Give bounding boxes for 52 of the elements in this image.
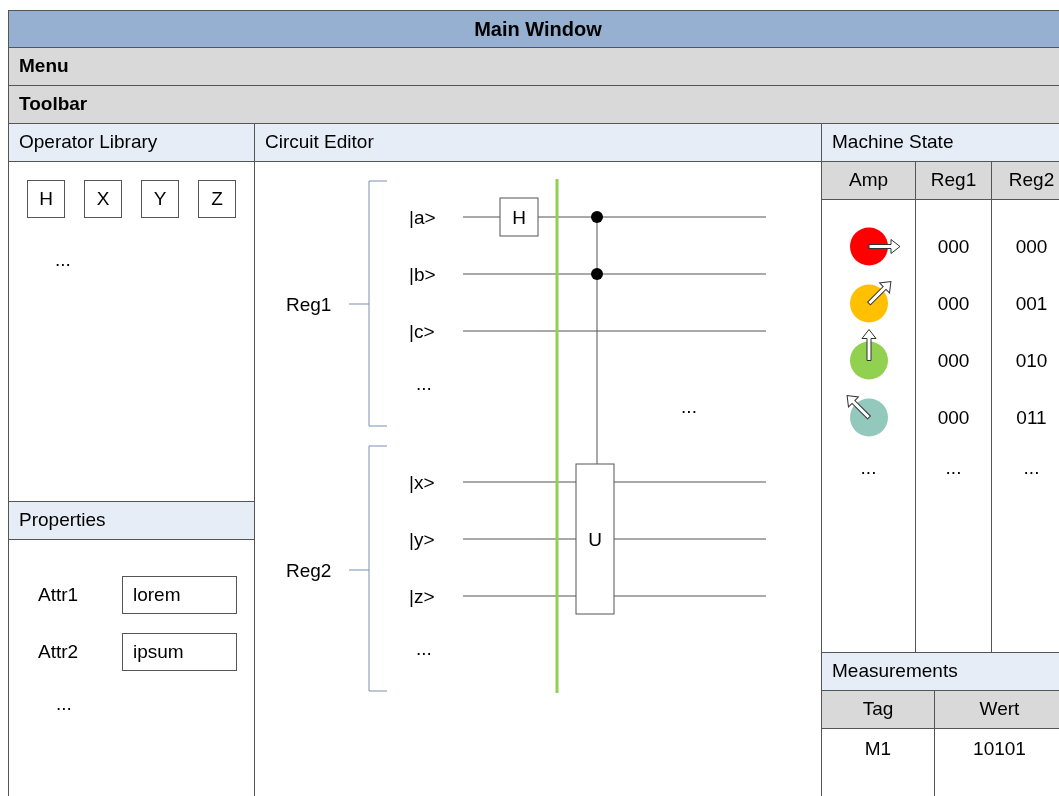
toolbar-label: Toolbar bbox=[19, 92, 88, 117]
column-header: Reg1 bbox=[916, 162, 992, 199]
more-text: ... bbox=[416, 637, 432, 659]
state-cell-text: 000 bbox=[937, 406, 970, 430]
qubit-label: |b> bbox=[409, 263, 436, 285]
register-label: Reg2 bbox=[286, 559, 332, 581]
more-text: ... bbox=[416, 372, 432, 394]
column-header: Tag bbox=[822, 691, 935, 728]
more-text: ... bbox=[56, 694, 72, 713]
operator-button[interactable]: Z bbox=[198, 180, 236, 218]
more-text: ... bbox=[945, 458, 962, 477]
more-text: ... bbox=[55, 249, 71, 270]
gate-label: U bbox=[588, 528, 602, 550]
more-text: ... bbox=[1023, 458, 1040, 477]
panel-header: Operator Library bbox=[9, 124, 254, 162]
qubit-label: |y> bbox=[409, 528, 435, 550]
state-cell-text: 000 bbox=[937, 292, 970, 316]
column-header: Reg2 bbox=[992, 162, 1059, 199]
attribute-field[interactable]: lorem bbox=[122, 576, 237, 614]
state-cell-text: 011 bbox=[1016, 406, 1047, 430]
more-text: ... bbox=[681, 395, 697, 417]
operator-button[interactable]: H bbox=[27, 180, 65, 218]
qubit-label: |a> bbox=[409, 206, 436, 228]
table-cell-text: M1 bbox=[864, 737, 892, 761]
panel-header: Circuit Editor bbox=[255, 124, 821, 162]
menu-bar-label: Menu bbox=[19, 54, 69, 79]
panel-header: Machine State bbox=[822, 124, 1059, 162]
control-dot bbox=[591, 211, 603, 223]
attribute-field[interactable]: ipsum bbox=[122, 633, 237, 671]
operator-button[interactable]: Y bbox=[141, 180, 179, 218]
control-dot bbox=[591, 268, 603, 280]
qubit-label: |c> bbox=[409, 320, 435, 342]
state-cell-text: 000 bbox=[937, 349, 970, 373]
column-header: Wert bbox=[935, 691, 1059, 728]
gate-label: H bbox=[512, 206, 526, 228]
attribute-label: Attr1 bbox=[38, 582, 80, 607]
qubit-label: |x> bbox=[409, 471, 435, 493]
gate-box bbox=[499, 197, 539, 237]
attribute-label: Attr2 bbox=[38, 639, 80, 664]
state-cell-text: 001 bbox=[1015, 292, 1048, 316]
window-title: Main Window bbox=[9, 11, 1059, 48]
column-header: Amp bbox=[822, 162, 916, 199]
panel-header: Measurements bbox=[822, 653, 1059, 691]
register-label: Reg1 bbox=[286, 293, 332, 315]
operator-button[interactable]: X bbox=[84, 180, 122, 218]
panel-header: Properties bbox=[9, 502, 254, 540]
state-cell-text: 000 bbox=[937, 235, 970, 259]
qubit-label: |z> bbox=[409, 585, 435, 607]
table-cell-text: 10101 bbox=[973, 737, 1026, 761]
more-text: ... bbox=[860, 458, 877, 477]
state-cell-text: 000 bbox=[1015, 235, 1048, 259]
state-cell-text: 010 bbox=[1015, 349, 1048, 373]
